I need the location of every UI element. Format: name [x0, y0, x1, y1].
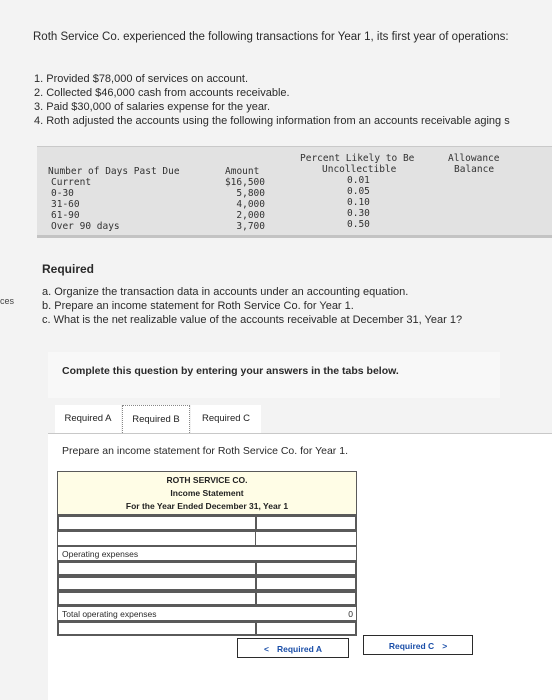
problem-intro: Roth Service Co. experienced the followi… [33, 31, 509, 43]
amount-input[interactable] [256, 622, 356, 635]
tab-required-a[interactable]: Required A [55, 405, 121, 433]
previous-tab-label: Required A [276, 644, 322, 654]
account-input[interactable] [58, 622, 256, 635]
transaction-item: 2. Collected $46,000 cash from accounts … [34, 87, 290, 99]
column-header-percent-line2: Uncollectible [322, 164, 397, 175]
amount-input[interactable] [256, 516, 356, 530]
transaction-list: 1. Provided $78,000 of services on accou… [34, 72, 510, 128]
next-tab-button[interactable]: Required C > [363, 635, 473, 655]
transaction-item: 1. Provided $78,000 of services on accou… [34, 73, 249, 85]
required-heading: Required [42, 262, 95, 276]
required-item: a. Organize the transaction data in acco… [42, 286, 409, 298]
aging-percent-column: 0.01 0.05 0.10 0.30 0.50 [347, 175, 370, 230]
expense-account-input[interactable] [58, 592, 256, 605]
expense-row [57, 591, 357, 606]
column-header-allowance-line2: Balance [454, 164, 495, 175]
aging-days-column: Current 0-30 31-60 61-90 Over 90 days [51, 177, 120, 232]
statement-row [57, 515, 357, 531]
cropped-sidebar-text: ces [0, 296, 15, 306]
expense-account-input[interactable] [58, 577, 256, 590]
required-item: b. Prepare an income statement for Roth … [42, 300, 354, 312]
tab-instruction: Prepare an income statement for Roth Ser… [62, 445, 348, 457]
column-header-percent: Percent Likely to Be [300, 153, 415, 164]
transaction-item: 3. Paid $30,000 of salaries expense for … [34, 101, 271, 113]
chevron-left-icon: < [264, 644, 269, 654]
expense-amount-input[interactable] [256, 562, 356, 575]
expense-amount-input[interactable] [256, 577, 356, 590]
transaction-item: 4. Roth adjusted the accounts using the … [34, 115, 510, 127]
statement-title: Income Statement [170, 488, 244, 498]
required-list: a. Organize the transaction data in acco… [42, 285, 462, 327]
total-operating-expenses-value: 0 [348, 609, 353, 619]
previous-tab-button[interactable]: < Required A [237, 638, 349, 658]
account-input[interactable] [58, 516, 256, 530]
expense-amount-input[interactable] [256, 592, 356, 605]
expense-row [57, 576, 357, 591]
column-header-allowance: Allowance [448, 153, 500, 164]
statement-row [57, 531, 357, 546]
tab-required-c[interactable]: Required C [191, 405, 261, 433]
statement-company: ROTH SERVICE CO. [166, 475, 248, 485]
instructions-text: Complete this question by entering your … [62, 365, 399, 377]
aging-amount-column: $16,500 5,800 4,000 2,000 3,700 [224, 177, 265, 232]
tab-required-b[interactable]: Required B [122, 405, 190, 433]
expense-row [57, 561, 357, 576]
column-header-amount: Amount [225, 166, 260, 177]
statement-header: ROTH SERVICE CO. Income Statement For th… [57, 471, 357, 515]
chevron-right-icon: > [442, 641, 448, 651]
statement-period: For the Year Ended December 31, Year 1 [125, 501, 289, 511]
expense-account-input[interactable] [58, 562, 256, 575]
column-header-days: Number of Days Past Due [48, 166, 180, 177]
total-operating-expenses-row: Total operating expenses 0 [57, 606, 357, 621]
operating-expenses-row: Operating expenses [57, 546, 357, 561]
operating-expenses-label: Operating expenses [62, 549, 139, 559]
statement-row [57, 621, 357, 636]
tab-bar: Required A Required B Required C [48, 405, 552, 434]
required-item: c. What is the net realizable value of t… [42, 314, 463, 326]
aging-table: Number of Days Past Due Amount Percent L… [37, 146, 552, 238]
next-tab-label: Required C [388, 641, 435, 651]
